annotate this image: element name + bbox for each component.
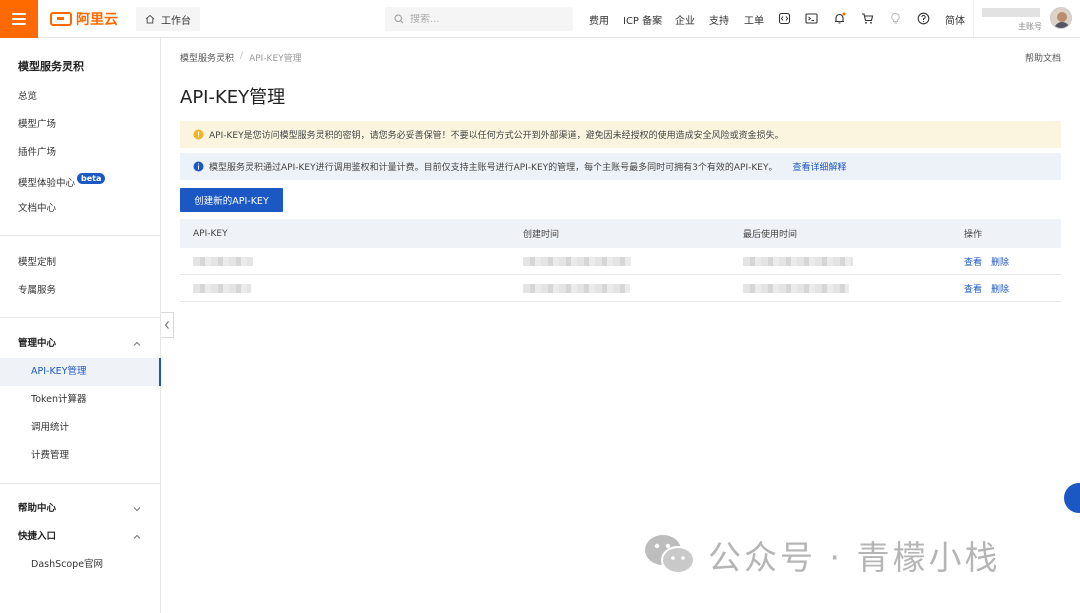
floating-assistant-button[interactable]: [1064, 483, 1080, 513]
code-icon[interactable]: [777, 11, 792, 26]
nav-icp[interactable]: ICP 备案: [623, 0, 662, 38]
nav-icp-link[interactable]: ICP 备案: [623, 12, 662, 27]
api-key-value-redacted: [193, 283, 251, 293]
home-icon: [145, 14, 155, 24]
warning-text: API-KEY是您访问模型服务灵积的密钥，请您务必妥善保管！不要以任何方式公开到…: [209, 131, 784, 141]
chevron-left-icon: [164, 321, 169, 329]
warning-icon: [193, 129, 204, 140]
delete-button[interactable]: 删除: [991, 282, 1009, 295]
sidebar-item-dedicated-service[interactable]: 专属服务: [18, 284, 56, 298]
nav-enterprise[interactable]: 企业: [675, 0, 695, 38]
sidebar-item-model-custom[interactable]: 模型定制: [18, 256, 56, 270]
sidebar-item-model-experience[interactable]: 模型体验中心 beta: [18, 173, 106, 189]
info-icon: [193, 161, 204, 172]
sidebar-item-docs[interactable]: 文档中心: [18, 202, 56, 216]
view-button[interactable]: 查看: [964, 255, 982, 268]
nav-support[interactable]: 支持: [709, 0, 729, 38]
table-row: 查看 删除: [180, 275, 1061, 302]
view-details-link[interactable]: 查看详细解释: [792, 160, 846, 173]
api-key-value-redacted: [193, 256, 253, 266]
breadcrumb-root[interactable]: 模型服务灵积: [180, 51, 234, 64]
sidebar-item-overview[interactable]: 总览: [18, 90, 37, 104]
aliyun-logo[interactable]: 阿里云: [50, 10, 118, 28]
sidebar-group-help[interactable]: 帮助中心: [18, 502, 56, 516]
aliyun-logo-icon: [50, 12, 72, 26]
main-content: 模型服务灵积 / API-KEY管理 帮助文档 API-KEY管理 API-KE…: [180, 38, 1061, 613]
nav-support-link[interactable]: 支持: [709, 12, 729, 27]
watermark-text: 公众号 · 青檬小栈: [708, 538, 1001, 577]
search-input[interactable]: [410, 13, 560, 25]
sidebar-item-token-calculator[interactable]: Token计算器: [31, 393, 87, 407]
terminal-icon[interactable]: [804, 11, 819, 26]
hamburger-menu-icon[interactable]: [0, 0, 38, 38]
help-icon[interactable]: [916, 11, 931, 26]
sidebar-item-call-stats[interactable]: 调用统计: [31, 421, 69, 435]
nav-fees[interactable]: 费用: [589, 0, 609, 38]
sidebar-divider: [0, 483, 160, 484]
breadcrumb: 模型服务灵积 / API-KEY管理: [180, 51, 302, 64]
nav-ticket[interactable]: 工单: [744, 0, 764, 38]
bell-icon[interactable]: [832, 11, 847, 26]
watermark: 公众号 · 青檬小栈: [642, 530, 1000, 580]
column-header-last-used: 最后使用时间: [743, 230, 798, 240]
last-used-time-redacted: [743, 256, 853, 266]
info-text: 模型服务灵积通过API-KEY进行调用鉴权和计量计费。目前仅支持主账号进行API…: [209, 163, 778, 173]
workbench-button[interactable]: 工作台: [136, 7, 200, 31]
column-header-actions: 操作: [964, 230, 983, 240]
created-time-redacted: [523, 283, 630, 293]
sidebar-collapse-button[interactable]: [161, 312, 174, 338]
top-bar: 阿里云 工作台 费用 ICP 备案 企业 支持 工单 简体 主账号: [0, 0, 1080, 38]
sidebar-title: 模型服务灵积: [18, 60, 84, 73]
sidebar-item-api-key[interactable]: API-KEY管理: [31, 365, 87, 379]
chevron-up-icon[interactable]: [133, 340, 141, 348]
language-switch[interactable]: 简体: [945, 0, 965, 38]
breadcrumb-separator: /: [240, 51, 244, 61]
sidebar: 模型服务灵积 总览 模型广场 插件广场 模型体验中心 beta 文档中心 模型定制…: [0, 38, 161, 613]
view-button[interactable]: 查看: [964, 282, 982, 295]
help-doc-link[interactable]: 帮助文档: [1025, 51, 1061, 64]
chevron-up-icon[interactable]: [133, 533, 141, 541]
api-key-table: API-KEY 创建时间 最后使用时间 操作 查看 删除 查看 删除: [180, 219, 1061, 302]
sidebar-divider: [0, 317, 160, 318]
avatar[interactable]: [1050, 7, 1072, 29]
page-title: API-KEY管理: [180, 87, 286, 108]
table-header: API-KEY 创建时间 最后使用时间 操作: [180, 219, 1061, 248]
nav-fees-link[interactable]: 费用: [589, 12, 609, 27]
sidebar-item-model-square[interactable]: 模型广场: [18, 118, 56, 132]
last-used-time-redacted: [743, 283, 849, 293]
logo-text: 阿里云: [76, 12, 118, 28]
sidebar-item-dashscope[interactable]: DashScope官网: [31, 558, 103, 572]
sidebar-item-label: 模型体验中心: [18, 178, 76, 189]
column-header-api-key: API-KEY: [193, 228, 228, 239]
sidebar-item-plugin-square[interactable]: 插件广场: [18, 146, 56, 160]
sidebar-item-billing[interactable]: 计费管理: [31, 449, 69, 463]
search-box[interactable]: [385, 7, 573, 31]
created-time-redacted: [523, 256, 631, 266]
cart-icon[interactable]: [860, 11, 875, 26]
breadcrumb-current: API-KEY管理: [249, 54, 302, 64]
chevron-down-icon[interactable]: [133, 505, 141, 513]
account-role: 主账号: [1018, 22, 1042, 31]
warning-alert: API-KEY是您访问模型服务灵积的密钥，请您务必妥善保管！不要以任何方式公开到…: [180, 121, 1061, 148]
sidebar-group-manage[interactable]: 管理中心: [18, 337, 56, 351]
create-api-key-button[interactable]: 创建新的API-KEY: [180, 188, 283, 212]
table-row: 查看 删除: [180, 248, 1061, 275]
user-account[interactable]: 主账号: [973, 0, 1080, 38]
nav-ticket-link[interactable]: 工单: [744, 12, 764, 27]
wechat-icon: [645, 535, 695, 574]
info-alert: 模型服务灵积通过API-KEY进行调用鉴权和计量计费。目前仅支持主账号进行API…: [180, 153, 1061, 180]
nav-enterprise-link[interactable]: 企业: [675, 12, 695, 27]
language-label[interactable]: 简体: [945, 12, 965, 27]
search-icon: [394, 14, 404, 24]
sidebar-group-quick[interactable]: 快捷入口: [18, 530, 56, 544]
sidebar-divider: [0, 235, 160, 236]
delete-button[interactable]: 删除: [991, 255, 1009, 268]
column-header-created: 创建时间: [523, 230, 560, 240]
user-name-redacted: [982, 8, 1040, 17]
beta-badge: beta: [77, 173, 106, 184]
workbench-label: 工作台: [161, 15, 191, 27]
lightbulb-icon[interactable]: [888, 11, 903, 26]
